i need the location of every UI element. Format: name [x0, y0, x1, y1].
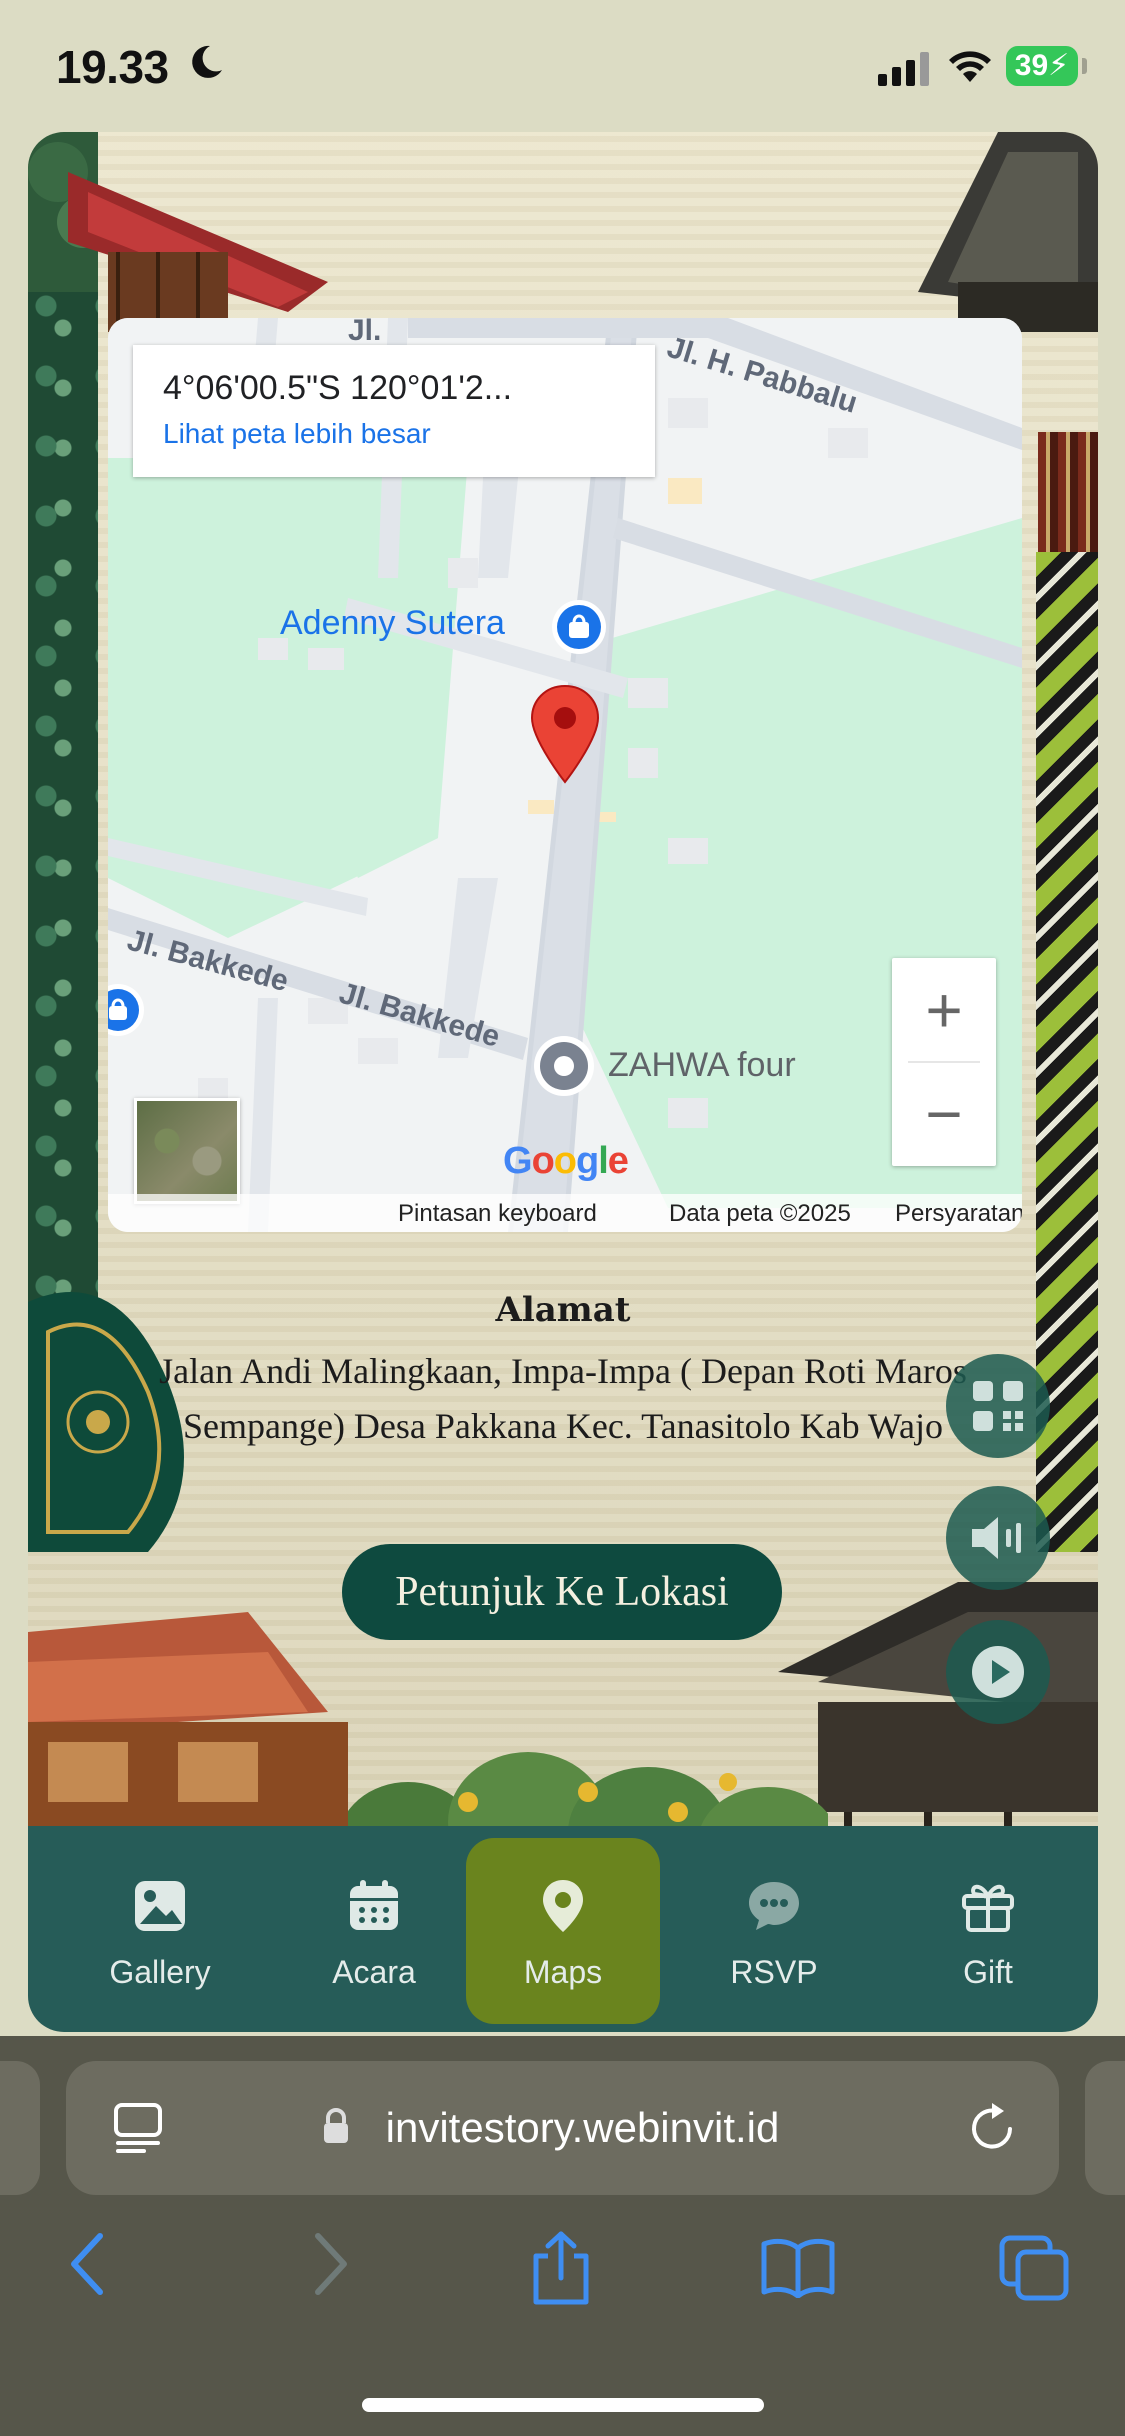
back-arrow-icon[interactable]: [68, 2232, 108, 2296]
google-logo: Google: [503, 1140, 629, 1182]
terms-link[interactable]: Persyaratan: [895, 1200, 1022, 1228]
wifi-icon: [949, 51, 991, 82]
chat-icon: [749, 1882, 799, 1930]
battery-indicator: 39⚡: [1006, 46, 1078, 86]
poi-label-adenny-sutera[interactable]: Adenny Sutera: [280, 604, 505, 643]
address-bar[interactable]: invitestory.webinvit.id: [66, 2061, 1059, 2195]
directions-button[interactable]: Petunjuk Ke Lokasi: [342, 1544, 782, 1640]
address-title: Alamat: [495, 1290, 631, 1330]
status-time: 19.33: [56, 41, 169, 93]
nav-item-gallery[interactable]: Gallery: [60, 1826, 260, 2032]
nav-item-maps[interactable]: Maps: [463, 1826, 663, 2032]
audio-toggle-button[interactable]: [946, 1486, 1050, 1590]
woven-fabric-right-top: [1038, 432, 1098, 562]
map-footer: Pintasan keyboard Data peta ©2025 Persya…: [108, 1194, 1022, 1232]
location-map[interactable]: Jl. H. Pabbalu Jl. Bakkede Jl. Bakkede J…: [108, 318, 1022, 1232]
reload-icon[interactable]: [966, 2101, 1018, 2155]
browser-chrome: invitestory.webinvit.id: [0, 2036, 1125, 2436]
map-info-box: 4°06'00.5"S 120°01'2... Lihat peta lebih…: [133, 345, 655, 477]
map-zoom-control: + −: [892, 958, 996, 1166]
next-tab-stub[interactable]: [1085, 2061, 1125, 2195]
invitation-card: Jl. H. Pabbalu Jl. Bakkede Jl. Bakkede J…: [28, 132, 1098, 2032]
nav-label-maps: Maps: [523, 1954, 603, 1990]
play-icon: [972, 1646, 1024, 1698]
street-label-top: Jl.: [348, 318, 382, 347]
status-bar: 19.33 39⚡: [0, 0, 1125, 130]
place-marker-icon[interactable]: [532, 1034, 596, 1098]
battery-level: 39: [1014, 49, 1049, 82]
keyboard-shortcuts-link[interactable]: Pintasan keyboard: [398, 1200, 597, 1228]
address-text: Jalan Andi Malingkaan, Impa-Impa ( Depan…: [159, 1351, 967, 1446]
bottom-navigation: Gallery Acara Maps RSVP Gift: [28, 1826, 1098, 2032]
nav-label-gift: Gift: [963, 1954, 1013, 1990]
url-text[interactable]: invitestory.webinvit.id: [66, 2061, 1059, 2195]
map-pin-icon: [543, 1880, 583, 1932]
satellite-view-toggle[interactable]: [134, 1098, 240, 1204]
gallery-icon: [135, 1881, 185, 1931]
gift-icon: [962, 1884, 1014, 1932]
moon-icon: [192, 45, 222, 78]
calendar-icon: [350, 1880, 398, 1930]
nav-label-rsvp: RSVP: [730, 1954, 818, 1990]
nav-item-acara[interactable]: Acara: [274, 1826, 474, 2032]
bookmarks-icon[interactable]: [760, 2238, 836, 2298]
traditional-house-decoration-right: [918, 132, 1098, 332]
zoom-out-button[interactable]: −: [892, 1062, 996, 1166]
cellular-signal-icon: [878, 52, 929, 86]
qr-code-button[interactable]: [946, 1354, 1050, 1458]
qr-code-icon: [973, 1381, 1023, 1431]
shopping-bag-icon[interactable]: [550, 598, 608, 656]
speaker-icon: [972, 1517, 1021, 1559]
nav-item-rsvp[interactable]: RSVP: [674, 1826, 874, 2032]
nav-label-acara: Acara: [332, 1954, 416, 1990]
location-pin-icon[interactable]: [530, 684, 600, 784]
tabs-icon[interactable]: [998, 2234, 1070, 2302]
shopping-bag-icon-left[interactable]: [108, 982, 146, 1038]
previous-tab-stub[interactable]: [0, 2061, 40, 2195]
battery-cap: [1082, 58, 1087, 74]
view-larger-map-link[interactable]: Lihat peta lebih besar: [163, 418, 625, 450]
home-indicator[interactable]: [362, 2398, 764, 2412]
play-button[interactable]: [946, 1620, 1050, 1724]
share-icon[interactable]: [530, 2230, 592, 2306]
poi-label-zahwa-four[interactable]: ZAHWA four: [608, 1046, 796, 1085]
charging-bolt-icon: ⚡: [1048, 49, 1070, 82]
map-coordinates: 4°06'00.5"S 120°01'2...: [163, 369, 513, 407]
nav-label-gallery: Gallery: [109, 1954, 211, 1990]
map-data-attribution[interactable]: Data peta ©2025: [669, 1200, 851, 1228]
nav-item-gift[interactable]: Gift: [888, 1826, 1088, 2032]
zoom-in-button[interactable]: +: [892, 958, 996, 1062]
forward-arrow-icon[interactable]: [310, 2232, 350, 2296]
